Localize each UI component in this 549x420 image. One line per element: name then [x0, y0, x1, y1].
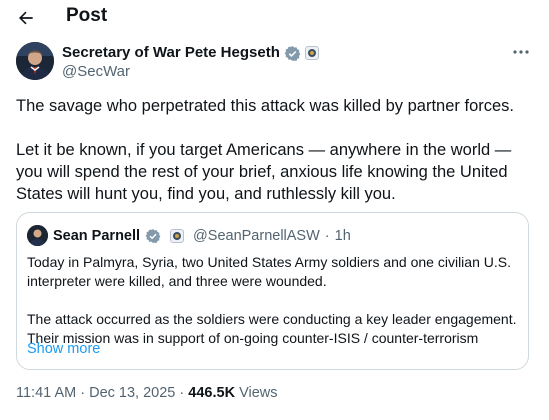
views-count: 446.5K [188, 385, 236, 401]
quoted-author-avatar [27, 225, 48, 246]
post-date[interactable]: Dec 13, 2025 [89, 385, 175, 401]
back-arrow-icon [19, 11, 33, 25]
show-more-link[interactable]: Show more [27, 341, 100, 357]
post-body: The savage who perpetrated this attack w… [16, 95, 536, 205]
author-handle[interactable]: @SecWar [62, 63, 130, 81]
meta-separator: · [80, 385, 86, 401]
author-name[interactable]: Secretary of War Pete Hegseth [62, 44, 280, 62]
top-bar: Post [0, 0, 549, 36]
post-paragraph: The savage who perpetrated this attack w… [16, 97, 515, 115]
page-title: Post [66, 5, 108, 26]
author-name-row: Secretary of War Pete Hegseth [62, 44, 319, 62]
quoted-author-handle: @SeanParnellASW [193, 227, 320, 244]
quoted-separator: · [324, 227, 330, 244]
quoted-paragraph: Today in Palmyra, Syria, two United Stat… [27, 254, 511, 289]
quoted-author-name: Sean Parnell [53, 227, 141, 244]
verified-badge-icon [145, 228, 161, 243]
more-options-icon [513, 50, 529, 54]
quoted-post-body: Today in Palmyra, Syria, two United Stat… [27, 253, 522, 348]
verified-badge-icon [284, 45, 301, 61]
views-label: Views [239, 385, 278, 401]
quoted-post-header: Sean Parnell @SeanParnellASW · 1h [27, 225, 351, 246]
meta-separator: · [179, 385, 185, 401]
quoted-timestamp: 1h [334, 227, 351, 244]
post-author: Secretary of War Pete Hegseth @SecWar [16, 42, 536, 84]
author-avatar[interactable] [16, 42, 54, 80]
post-paragraph: Let it be known, if you target Americans… [16, 141, 512, 203]
back-button[interactable] [12, 4, 40, 32]
post-time[interactable]: 11:41 AM [16, 385, 76, 401]
quoted-post[interactable]: Sean Parnell @SeanParnellASW · 1h Today … [16, 212, 529, 370]
affiliation-badge-icon [170, 228, 185, 243]
more-options-button[interactable] [508, 42, 534, 62]
post-meta: 11:41 AM · Dec 13, 2025 · 446.5K Views [16, 385, 278, 401]
quoted-paragraph: The attack occurred as the soldiers were… [27, 311, 517, 346]
affiliation-badge-icon [304, 46, 319, 60]
